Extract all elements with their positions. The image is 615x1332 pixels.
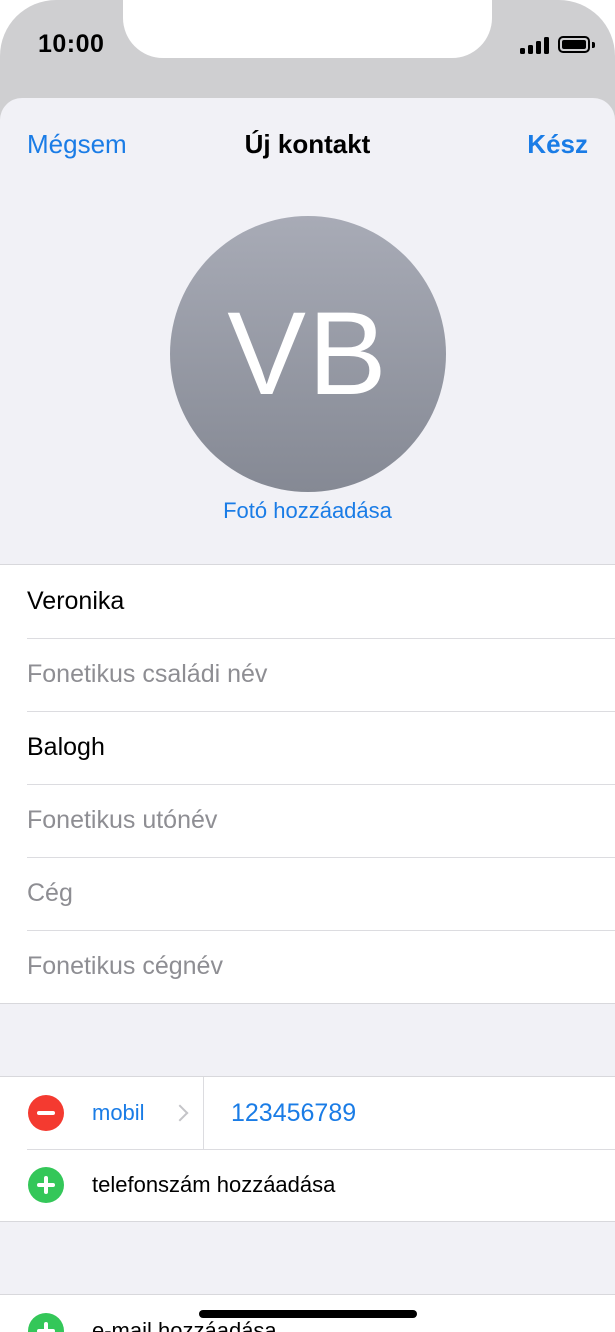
phone-row: mobil 123456789 [0, 1077, 615, 1149]
add-email-button[interactable] [28, 1312, 64, 1332]
phone-number-field[interactable]: 123456789 [231, 1099, 356, 1128]
avatar-initials: VB [227, 288, 389, 420]
done-button[interactable]: Kész [527, 129, 588, 160]
home-indicator[interactable] [199, 1310, 417, 1318]
chevron-right-icon [171, 1104, 189, 1122]
screen: 10:00 Mégsem Új kontakt Kész VB Fotó hoz… [0, 0, 615, 1332]
notch [123, 0, 492, 58]
company-field[interactable]: Cég [0, 857, 615, 930]
remove-phone-button[interactable] [28, 1095, 64, 1131]
add-phone-label: telefonszám hozzáadása [92, 1172, 336, 1197]
avatar[interactable]: VB [170, 216, 446, 492]
phonetic-company-field[interactable]: Fonetikus cégnév [0, 930, 615, 1003]
page-title: Új kontakt [244, 129, 371, 159]
cellular-signal-icon [520, 36, 550, 54]
phone-group: mobil 123456789 telefonszám hozzáadása [0, 1076, 615, 1222]
name-fields-group: Veronika Fonetikus családi név Balogh Fo… [0, 564, 615, 1004]
status-time: 10:00 [38, 30, 105, 58]
first-name-field[interactable]: Veronika [0, 565, 615, 638]
add-photo-button[interactable]: Fotó hozzáadása [0, 498, 615, 524]
battery-icon [558, 36, 590, 53]
new-contact-sheet: Mégsem Új kontakt Kész VB Fotó hozzáadás… [0, 98, 615, 1332]
phonetic-first-name-field[interactable]: Fonetikus utónév [0, 784, 615, 857]
add-phone-row[interactable]: telefonszám hozzáadása [0, 1149, 615, 1221]
phonetic-last-name-field[interactable]: Fonetikus családi név [0, 638, 615, 711]
add-phone-button[interactable] [28, 1167, 64, 1203]
status-bar: 10:00 [0, 0, 615, 98]
avatar-section: VB Fotó hozzáadása [0, 192, 615, 564]
nav-bar: Mégsem Új kontakt Kész [0, 98, 615, 192]
add-email-label: e-mail hozzáadása [92, 1317, 277, 1332]
last-name-field[interactable]: Balogh [0, 711, 615, 784]
phone-type-label[interactable]: mobil [92, 1100, 145, 1126]
minus-icon [37, 1111, 55, 1115]
